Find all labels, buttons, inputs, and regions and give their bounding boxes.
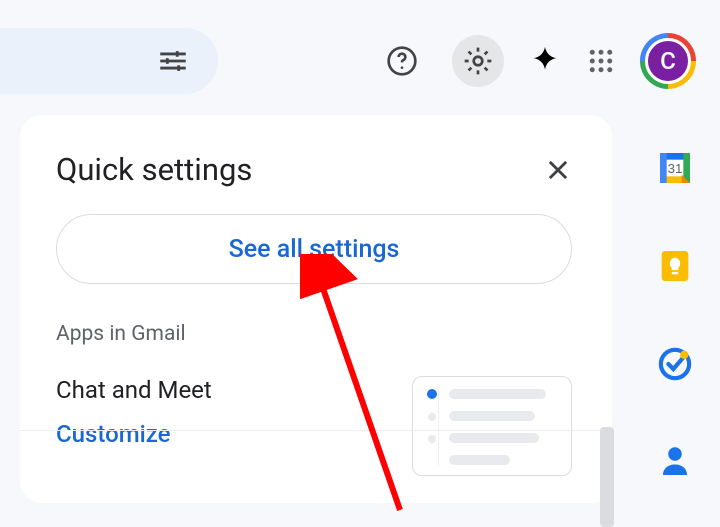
avatar-initial: C xyxy=(645,38,691,84)
sparkle-icon[interactable] xyxy=(528,44,562,78)
section-label: Apps in Gmail xyxy=(56,322,572,346)
chat-and-meet-label: Chat and Meet xyxy=(56,376,212,404)
calendar-app[interactable]: 31 xyxy=(655,148,695,188)
help-icon xyxy=(386,45,418,77)
close-button[interactable] xyxy=(544,156,572,184)
calendar-icon: 31 xyxy=(655,148,695,188)
scrollbar[interactable] xyxy=(600,427,614,527)
apps-icon[interactable] xyxy=(586,46,616,76)
search-bar-segment[interactable] xyxy=(0,28,218,94)
see-all-settings-button[interactable]: See all settings xyxy=(56,214,572,284)
contacts-app[interactable] xyxy=(657,442,693,478)
keep-icon xyxy=(655,246,695,286)
gear-icon xyxy=(462,45,494,77)
divider xyxy=(20,430,612,431)
account-avatar[interactable]: C xyxy=(640,33,696,89)
tasks-icon xyxy=(655,344,695,384)
tune-icon[interactable] xyxy=(156,44,190,78)
see-all-settings-label: See all settings xyxy=(229,235,400,264)
contacts-icon xyxy=(657,442,693,478)
customize-link[interactable]: Customize xyxy=(56,420,212,448)
help-button[interactable] xyxy=(376,35,428,87)
settings-button[interactable] xyxy=(452,35,504,87)
keep-app[interactable] xyxy=(655,246,695,286)
panel-title: Quick settings xyxy=(56,151,252,188)
tasks-app[interactable] xyxy=(655,344,695,384)
layout-thumbnail[interactable] xyxy=(412,376,572,476)
side-rail: 31 xyxy=(648,148,702,478)
close-icon xyxy=(544,156,572,184)
svg-text:31: 31 xyxy=(668,161,683,176)
top-toolbar: C xyxy=(0,28,720,94)
quick-settings-panel: Quick settings See all settings Apps in … xyxy=(20,115,612,503)
